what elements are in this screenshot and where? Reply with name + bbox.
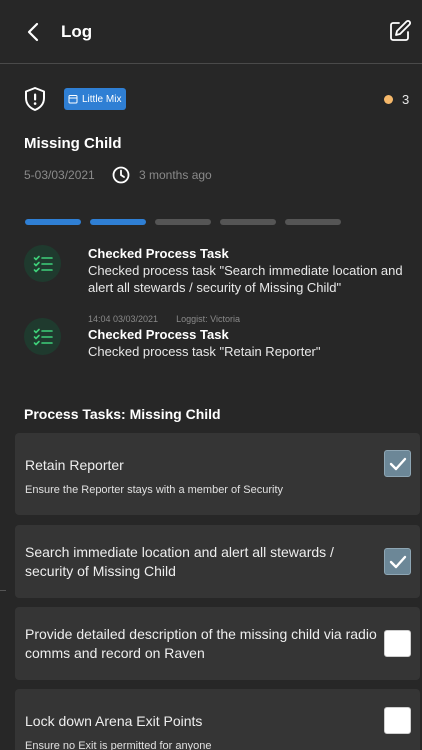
clock-icon (112, 166, 130, 184)
task-checkbox[interactable] (384, 630, 411, 657)
checklist-icon (24, 245, 61, 282)
process-progress-bar (25, 219, 341, 225)
task-checkbox[interactable] (384, 707, 411, 734)
log-entry-title: Checked Process Task (88, 246, 229, 261)
incident-reference: 5-03/03/2021 (24, 168, 95, 182)
log-entry-description: Checked process task "Retain Reporter" (88, 344, 321, 359)
process-task-card[interactable]: Search immediate location and alert all … (15, 525, 420, 598)
log-entry-meta: 14:04 03/03/2021 Loggist: Victoria (88, 314, 240, 324)
task-checkbox[interactable] (384, 548, 411, 575)
scroll-edge-mark (0, 590, 6, 591)
status-count: 3 (402, 92, 410, 107)
log-entry-time: 14:04 03/03/2021 (88, 314, 159, 324)
process-task-card[interactable]: Retain Reporter Ensure the Reporter stay… (15, 433, 420, 515)
page-title: Log (61, 22, 93, 41)
task-checkbox[interactable] (384, 450, 411, 477)
log-entry-loggist: Loggist: Victoria (176, 314, 240, 324)
back-button[interactable] (22, 20, 46, 44)
process-task-card[interactable]: Provide detailed description of the miss… (15, 607, 420, 680)
task-name: Search immediate location and alert all … (25, 544, 334, 579)
incident-time-ago: 3 months ago (139, 168, 212, 182)
process-task-card[interactable]: Lock down Arena Exit Points Ensure no Ex… (15, 689, 420, 750)
progress-segment (220, 219, 276, 225)
status-dot (384, 95, 393, 104)
checkmark-icon (389, 457, 406, 470)
progress-segment (155, 219, 211, 225)
checkmark-icon (389, 555, 406, 568)
process-section-title: Process Tasks: Missing Child (24, 406, 221, 422)
task-name: Retain Reporter (25, 457, 124, 473)
checklist-icon (24, 318, 61, 355)
shield-alert-icon (23, 86, 47, 112)
log-entry-description: Checked process task "Search immediate l… (88, 263, 403, 295)
task-note: Ensure the Reporter stays with a member … (25, 484, 283, 496)
edit-square-icon (390, 20, 411, 41)
progress-segment (285, 219, 341, 225)
progress-segment (90, 219, 146, 225)
task-name: Provide detailed description of the miss… (25, 626, 377, 661)
task-note: Ensure no Exit is permitted for anyone (25, 740, 212, 750)
log-screen: Log Little Mix 3 Missing Child 5-03/03/2… (0, 0, 422, 750)
log-entry-title: Checked Process Task (88, 327, 229, 342)
app-header: Log (0, 0, 422, 64)
header-divider (0, 63, 422, 64)
calendar-icon (68, 95, 78, 104)
incident-title: Missing Child (24, 135, 122, 152)
chevron-left-icon (27, 22, 39, 42)
task-name: Lock down Arena Exit Points (25, 713, 203, 729)
event-tag-label: Little Mix (82, 93, 122, 105)
progress-segment (25, 219, 81, 225)
event-tag-badge[interactable]: Little Mix (64, 88, 127, 110)
edit-button[interactable] (388, 19, 412, 43)
